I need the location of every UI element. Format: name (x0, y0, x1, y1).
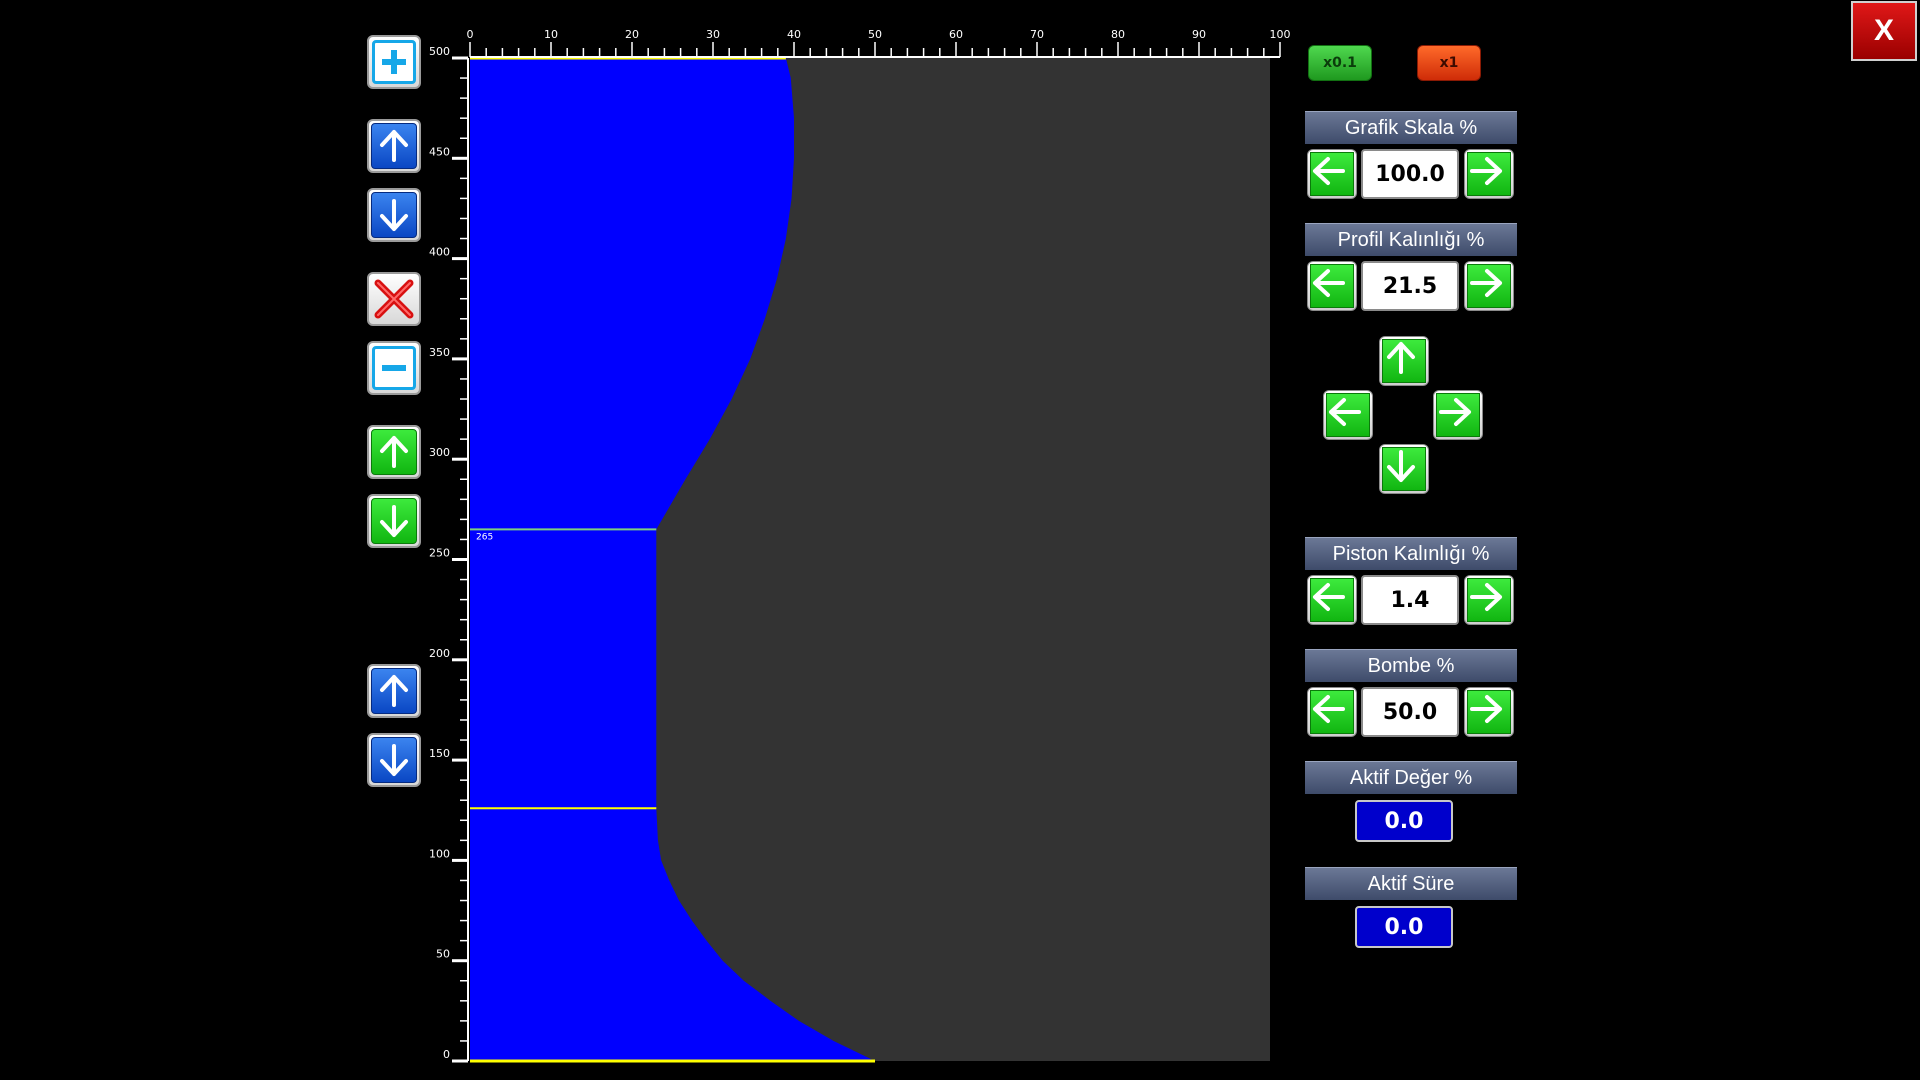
x-tick-label: 20 (625, 28, 639, 41)
arrow-left-icon (1313, 583, 1345, 611)
move-marker-down-button[interactable] (367, 494, 421, 548)
x-tick-label: 0 (467, 28, 474, 41)
arrow-right-icon (1470, 157, 1502, 185)
arrow-left-icon (1313, 269, 1345, 297)
dpad-up-button[interactable] (1379, 336, 1429, 386)
bombe-value[interactable]: 50.0 (1361, 687, 1459, 737)
y-tick-label: 50 (436, 948, 450, 961)
piston-kalinligi-value[interactable]: 1.4 (1361, 575, 1459, 625)
profil-kalinligi-label: Profil Kalınlığı % (1305, 223, 1517, 256)
x-tick-label: 10 (544, 28, 558, 41)
close-button[interactable]: X (1851, 1, 1917, 61)
x-tick-label: 100 (1270, 28, 1291, 41)
delete-icon (374, 279, 414, 319)
piston-kalinligi-increase-button[interactable] (1464, 575, 1514, 625)
x-tick-label: 80 (1111, 28, 1125, 41)
aktif-deger-value: 0.0 (1355, 800, 1453, 842)
arrow-right-icon (1470, 583, 1502, 611)
aktif-sure-label: Aktif Süre (1305, 867, 1517, 900)
marker-label: 265 (476, 532, 493, 542)
piston-kalinligi-decrease-button[interactable] (1307, 575, 1357, 625)
dpad-down-button[interactable] (1379, 444, 1429, 494)
move-top-down-button[interactable] (367, 188, 421, 242)
delete-button[interactable] (367, 272, 421, 326)
y-tick-label: 500 (429, 45, 450, 58)
arrow-up-icon (380, 130, 408, 162)
move-top-up-button[interactable] (367, 119, 421, 173)
y-tick-label: 100 (429, 847, 450, 860)
grafik-skala-label: Grafik Skala % (1305, 111, 1517, 144)
y-tick-label: 300 (429, 446, 450, 459)
y-tick-label: 0 (443, 1048, 450, 1061)
x-tick-label: 50 (868, 28, 882, 41)
arrow-right-icon (1439, 398, 1471, 426)
arrow-down-icon (380, 199, 408, 231)
y-tick-label: 450 (429, 145, 450, 158)
bombe-label: Bombe % (1305, 649, 1517, 682)
arrow-left-icon (1329, 398, 1361, 426)
arrow-left-icon (1313, 695, 1345, 723)
arrow-left-icon (1313, 157, 1345, 185)
arrow-right-icon (1470, 695, 1502, 723)
profile-chart[interactable]: 265 0 10 20 30 40 50 60 70 80 90 100 0 50 100 150 200 250… (0, 0, 1920, 1080)
grafik-skala-increase-button[interactable] (1464, 149, 1514, 199)
move-bottom-up-button[interactable] (367, 664, 421, 718)
x-tick-label: 40 (787, 28, 801, 41)
y-tick-label: 150 (429, 747, 450, 760)
x-tick-label: 70 (1030, 28, 1044, 41)
profil-kalinligi-value[interactable]: 21.5 (1361, 261, 1459, 311)
x-tick-label: 90 (1192, 28, 1206, 41)
bombe-decrease-button[interactable] (1307, 687, 1357, 737)
remove-point-button[interactable] (367, 341, 421, 395)
add-icon (382, 50, 406, 74)
remove-icon (382, 365, 406, 371)
dpad-right-button[interactable] (1433, 390, 1483, 440)
x-tick-label: 60 (949, 28, 963, 41)
bombe-increase-button[interactable] (1464, 687, 1514, 737)
arrow-down-icon (1387, 450, 1415, 482)
aktif-deger-label: Aktif Değer % (1305, 761, 1517, 794)
grafik-skala-decrease-button[interactable] (1307, 149, 1357, 199)
arrow-down-icon (380, 505, 408, 537)
add-point-button[interactable] (367, 35, 421, 89)
arrow-up-icon (380, 436, 408, 468)
speed-coarse-button[interactable]: x1 (1417, 45, 1481, 81)
move-marker-up-button[interactable] (367, 425, 421, 479)
x-tick-label: 30 (706, 28, 720, 41)
piston-kalinligi-label: Piston Kalınlığı % (1305, 537, 1517, 570)
profil-kalinligi-increase-button[interactable] (1464, 261, 1514, 311)
aktif-sure-value: 0.0 (1355, 906, 1453, 948)
y-tick-label: 200 (429, 647, 450, 660)
speed-fine-button[interactable]: x0.1 (1308, 45, 1372, 81)
move-bottom-down-button[interactable] (367, 733, 421, 787)
y-tick-label: 350 (429, 346, 450, 359)
arrow-up-icon (1387, 342, 1415, 374)
arrow-up-icon (380, 675, 408, 707)
grafik-skala-value[interactable]: 100.0 (1361, 149, 1459, 199)
y-tick-label: 400 (429, 246, 450, 259)
dpad-left-button[interactable] (1323, 390, 1373, 440)
arrow-down-icon (380, 744, 408, 776)
y-tick-label: 250 (429, 547, 450, 560)
arrow-right-icon (1470, 269, 1502, 297)
profil-kalinligi-decrease-button[interactable] (1307, 261, 1357, 311)
